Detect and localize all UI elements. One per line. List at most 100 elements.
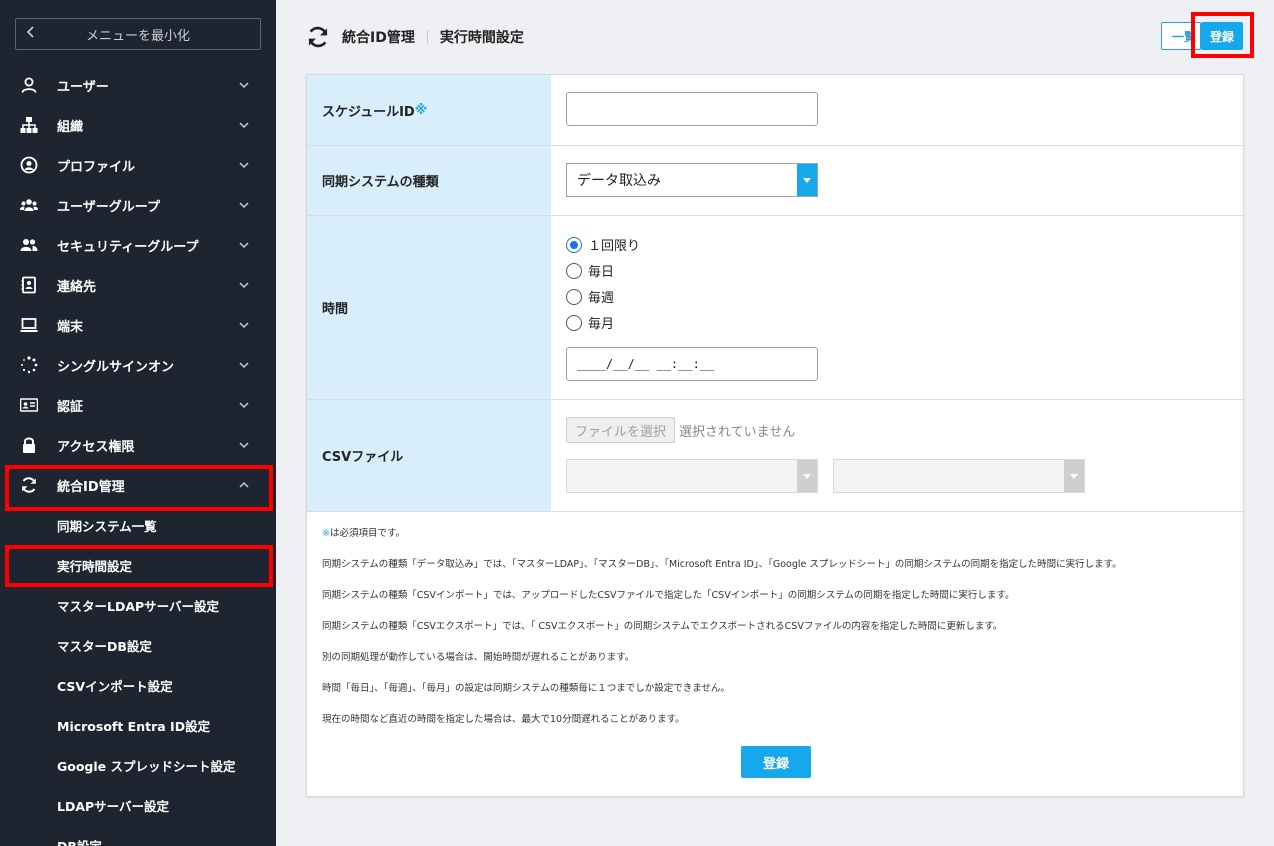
chevron-down-icon <box>238 79 250 91</box>
chevron-down-icon <box>238 239 250 251</box>
collapse-menu-button[interactable]: メニューを最小化 <box>15 18 261 50</box>
sync-type-select[interactable]: データ取込み <box>566 163 818 197</box>
chevron-down-icon <box>238 319 250 331</box>
file-status: 選択されていません <box>679 425 796 440</box>
sidebar-subitem-ldap-server[interactable]: LDAPサーバー設定 <box>0 785 276 825</box>
sidebar-item-user[interactable]: ユーザー <box>0 65 276 105</box>
sidebar-nav: ユーザー 組織 プロファイル ユーザーグループ セキュリティーグループ 連絡先 <box>0 65 276 846</box>
sync-type-cell: データ取込み <box>551 146 1243 215</box>
user-icon <box>20 76 38 94</box>
sidebar-item-integrated-id[interactable]: 統合ID管理 <box>0 465 276 505</box>
user-group-icon <box>20 196 38 214</box>
page-title: 統合ID管理 <box>342 30 415 46</box>
chevron-down-icon <box>238 399 250 411</box>
security-group-icon <box>20 236 38 254</box>
radio-indicator <box>566 236 582 253</box>
radio-label: 毎月 <box>588 317 615 332</box>
org-chart-icon <box>20 116 38 134</box>
schedule-form: スケジュールID ※ 同期システムの種類 データ取込み 時間 １回限り 毎日 毎… <box>306 74 1244 797</box>
sidebar-item-sso[interactable]: シングルサインオン <box>0 345 276 385</box>
sidebar-item-profile[interactable]: プロファイル <box>0 145 276 185</box>
chevron-up-icon <box>238 479 250 491</box>
chevron-down-icon <box>238 279 250 291</box>
schedule-id-label: スケジュールID ※ <box>307 75 551 145</box>
chevron-down-icon <box>238 199 250 211</box>
sidebar-subitem-master-db[interactable]: マスターDB設定 <box>0 625 276 665</box>
sidebar: メニューを最小化 ユーザー 組織 プロファイル ユーザーグループ セキュリティー… <box>0 0 276 846</box>
schedule-id-cell <box>551 75 1243 145</box>
sidebar-subitem-db[interactable]: DB設定 <box>0 825 276 846</box>
chevron-left-icon <box>16 26 46 42</box>
sidebar-item-device[interactable]: 端末 <box>0 305 276 345</box>
lock-icon <box>20 436 38 454</box>
sidebar-subitem-csv-import[interactable]: CSVインポート設定 <box>0 665 276 705</box>
note-item: 同期システムの種類「データ取込み」では、「マスターLDAP」、「マスターDB」、… <box>322 559 1122 570</box>
form-row-csv: CSVファイル ファイルを選択 選択されていません <box>307 400 1243 512</box>
title-divider <box>426 30 428 44</box>
required-mark: ※ <box>322 528 330 539</box>
chevron-down-icon <box>238 439 250 451</box>
radio-indicator <box>566 288 582 305</box>
save-button[interactable]: 登録 <box>1201 22 1243 50</box>
list-button[interactable]: 一覧 <box>1161 22 1201 50</box>
dropdown-arrow-icon <box>797 164 817 196</box>
save-button-bottom[interactable]: 登録 <box>741 746 811 778</box>
sync-type-value: データ取込み <box>577 173 661 189</box>
note-item: 同期システムの種類「CSVインポート」では、アップロードしたCSVファイルで指定… <box>322 590 1015 601</box>
sidebar-item-user-group[interactable]: ユーザーグループ <box>0 185 276 225</box>
chevron-down-icon <box>238 359 250 371</box>
schedule-id-input[interactable] <box>566 92 818 126</box>
sidebar-subitem-master-ldap[interactable]: マスターLDAPサーバー設定 <box>0 585 276 625</box>
csv-label: CSVファイル <box>307 400 551 511</box>
sync-type-label: 同期システムの種類 <box>307 146 551 215</box>
collapse-menu-label: メニューを最小化 <box>85 28 190 44</box>
csv-select-2[interactable] <box>833 459 1085 493</box>
note-item: ※は必須項目です。 <box>322 527 1222 558</box>
radio-monthly[interactable]: 毎月 <box>566 313 614 332</box>
sidebar-subitem-sync-list[interactable]: 同期システム一覧 <box>0 505 276 545</box>
sidebar-item-access[interactable]: アクセス権限 <box>0 425 276 465</box>
csv-select-1[interactable] <box>566 459 818 493</box>
form-row-sync-type: 同期システムの種類 データ取込み <box>307 146 1243 216</box>
sync-icon <box>306 25 330 49</box>
sidebar-subitem-schedule[interactable]: 実行時間設定 <box>0 545 276 585</box>
note-item: 別の同期処理が動作している場合は、開始時間が遅れることがあります。 <box>322 652 635 663</box>
sidebar-subitem-google-sheets[interactable]: Google スプレッドシート設定 <box>0 745 276 785</box>
sidebar-item-security-group[interactable]: セキュリティーグループ <box>0 225 276 265</box>
sidebar-item-organization[interactable]: 組織 <box>0 105 276 145</box>
notes-section: ※は必須項目です。 同期システムの種類「データ取込み」では、「マスターLDAP」… <box>322 527 1222 744</box>
chevron-down-icon <box>238 119 250 131</box>
time-label: 時間 <box>307 216 551 399</box>
id-card-icon <box>20 396 38 414</box>
file-select-button[interactable]: ファイルを選択 <box>566 417 676 443</box>
radio-label: １回限り <box>588 239 641 254</box>
profile-icon <box>20 156 38 174</box>
csv-cell: ファイルを選択 選択されていません <box>551 400 1243 511</box>
sso-icon <box>20 356 38 374</box>
form-row-time: 時間 １回限り 毎日 毎週 毎月 ____/__/__ __:__:__ <box>307 216 1243 400</box>
required-mark: ※ <box>414 102 428 118</box>
radio-weekly[interactable]: 毎週 <box>566 287 614 306</box>
radio-indicator <box>566 314 582 331</box>
note-text: は必須項目です。 <box>329 528 406 539</box>
sidebar-subitem-entra-id[interactable]: Microsoft Entra ID設定 <box>0 705 276 745</box>
dropdown-arrow-icon <box>797 460 817 492</box>
sidebar-item-auth[interactable]: 認証 <box>0 385 276 425</box>
radio-label: 毎日 <box>588 265 615 280</box>
form-row-schedule-id: スケジュールID ※ <box>307 75 1243 146</box>
page-subtitle: 実行時間設定 <box>439 30 524 46</box>
dropdown-arrow-icon <box>1064 460 1084 492</box>
note-item: 現在の時間など直近の時間を指定した場合は、最大で10分間遅れることがあります。 <box>322 714 685 725</box>
sidebar-item-contacts[interactable]: 連絡先 <box>0 265 276 305</box>
sync-icon <box>20 476 38 494</box>
time-cell: １回限り 毎日 毎週 毎月 ____/__/__ __:__:__ <box>551 216 1243 399</box>
page-header: 統合ID管理 実行時間設定 <box>306 20 524 54</box>
radio-once[interactable]: １回限り <box>566 235 640 254</box>
radio-label: 毎週 <box>588 291 615 306</box>
chevron-down-icon <box>238 159 250 171</box>
datetime-input[interactable]: ____/__/__ __:__:__ <box>566 347 818 381</box>
contacts-icon <box>20 276 38 294</box>
note-item: 同期システムの種類「CSVエクスポート」では、「 CSVエクスポート」の同期シス… <box>322 621 1003 632</box>
schedule-id-label-text: スケジュールID <box>322 104 415 120</box>
radio-daily[interactable]: 毎日 <box>566 261 614 280</box>
